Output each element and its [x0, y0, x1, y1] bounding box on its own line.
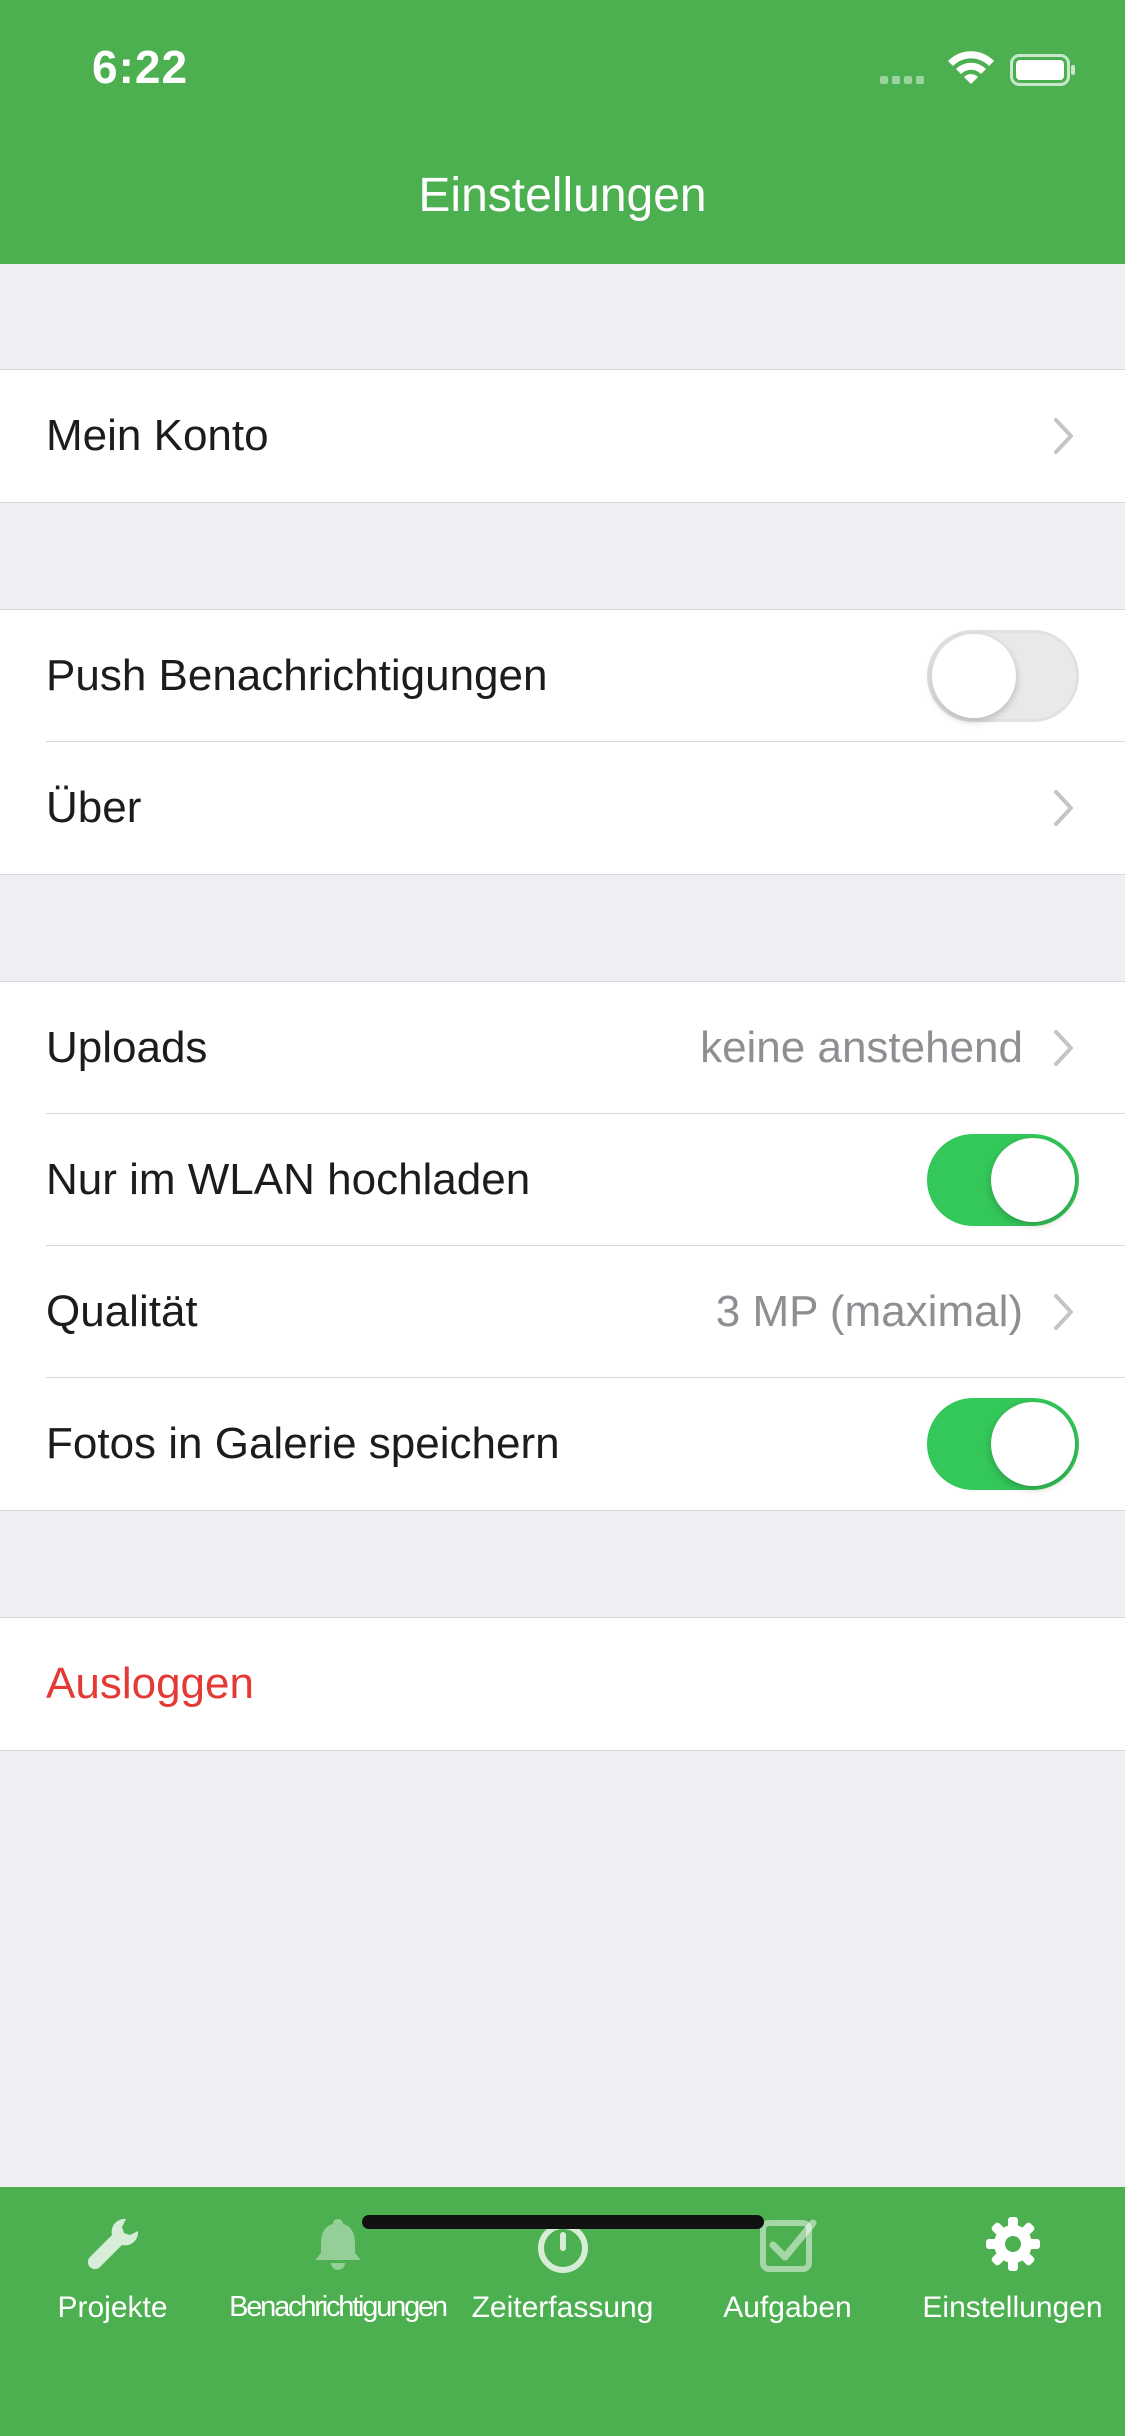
navigation-header: 6:22 Einstellungen [0, 0, 1125, 264]
about-label: Über [46, 783, 142, 832]
tab-label: Projekte [57, 2291, 168, 2324]
toggle-knob [991, 1138, 1075, 1222]
gear-icon [986, 2217, 1040, 2271]
save-gallery-toggle[interactable] [927, 1398, 1079, 1490]
quality-value: 3 MP (maximal) [715, 1287, 1023, 1336]
save-gallery-row: Fotos in Galerie speichern [0, 1378, 1125, 1510]
tab-label: Aufgaben [723, 2291, 852, 2324]
toggle-knob [991, 1402, 1075, 1486]
home-indicator [362, 2215, 764, 2229]
tab-label: Einstellungen [922, 2291, 1103, 2324]
push-notifications-toggle[interactable] [927, 630, 1079, 722]
tab-einstellungen[interactable]: Einstellungen [900, 2187, 1125, 2367]
tab-aufgaben[interactable]: Aufgaben [675, 2187, 900, 2367]
chevron-right-icon [1054, 418, 1073, 454]
bell-icon [315, 2219, 361, 2270]
my-account-label: Mein Konto [46, 411, 269, 460]
logout-label: Ausloggen [46, 1659, 254, 1708]
about-row[interactable]: Über [0, 742, 1125, 874]
tab-projekte[interactable]: Projekte [0, 2187, 225, 2367]
session-section: Ausloggen [0, 1617, 1125, 1751]
wifi-icon [948, 51, 994, 84]
wifi-only-label: Nur im WLAN hochladen [46, 1155, 531, 1204]
account-section: Mein Konto [0, 369, 1125, 503]
wrench-icon [87, 2218, 139, 2270]
general-section: Push Benachrichtigungen Über [0, 609, 1125, 875]
tab-label: Zeiterfassung [471, 2291, 654, 2324]
push-notifications-label: Push Benachrichtigungen [46, 651, 548, 700]
chevron-right-icon [1054, 1030, 1073, 1066]
quality-row[interactable]: Qualität 3 MP (maximal) [0, 1246, 1125, 1378]
toggle-knob [932, 634, 1016, 718]
quality-label: Qualität [46, 1287, 198, 1336]
tab-zeiterfassung[interactable]: Zeiterfassung [450, 2187, 675, 2367]
wifi-only-toggle[interactable] [927, 1134, 1079, 1226]
save-gallery-label: Fotos in Galerie speichern [46, 1419, 560, 1468]
wifi-only-row: Nur im WLAN hochladen [0, 1114, 1125, 1246]
uploads-section: Uploads keine anstehend Nur im WLAN hoch… [0, 981, 1125, 1511]
uploads-label: Uploads [46, 1023, 208, 1072]
chevron-right-icon [1054, 1294, 1073, 1330]
checkbox-icon [760, 2219, 817, 2272]
cellular-signal-icon [880, 76, 932, 84]
my-account-row[interactable]: Mein Konto [0, 370, 1125, 502]
status-time: 6:22 [92, 41, 189, 93]
logout-row[interactable]: Ausloggen [0, 1618, 1125, 1750]
uploads-row[interactable]: Uploads keine anstehend [0, 982, 1125, 1114]
battery-icon [1010, 54, 1075, 86]
uploads-value: keine anstehend [700, 1023, 1023, 1072]
tab-benachrichtigungen[interactable]: Benachrichtigungen [225, 2187, 450, 2367]
tab-label: Benachrichtigungen [229, 2291, 448, 2323]
page-title: Einstellungen [418, 169, 707, 222]
chevron-right-icon [1054, 790, 1073, 826]
push-notifications-row: Push Benachrichtigungen [0, 610, 1125, 742]
